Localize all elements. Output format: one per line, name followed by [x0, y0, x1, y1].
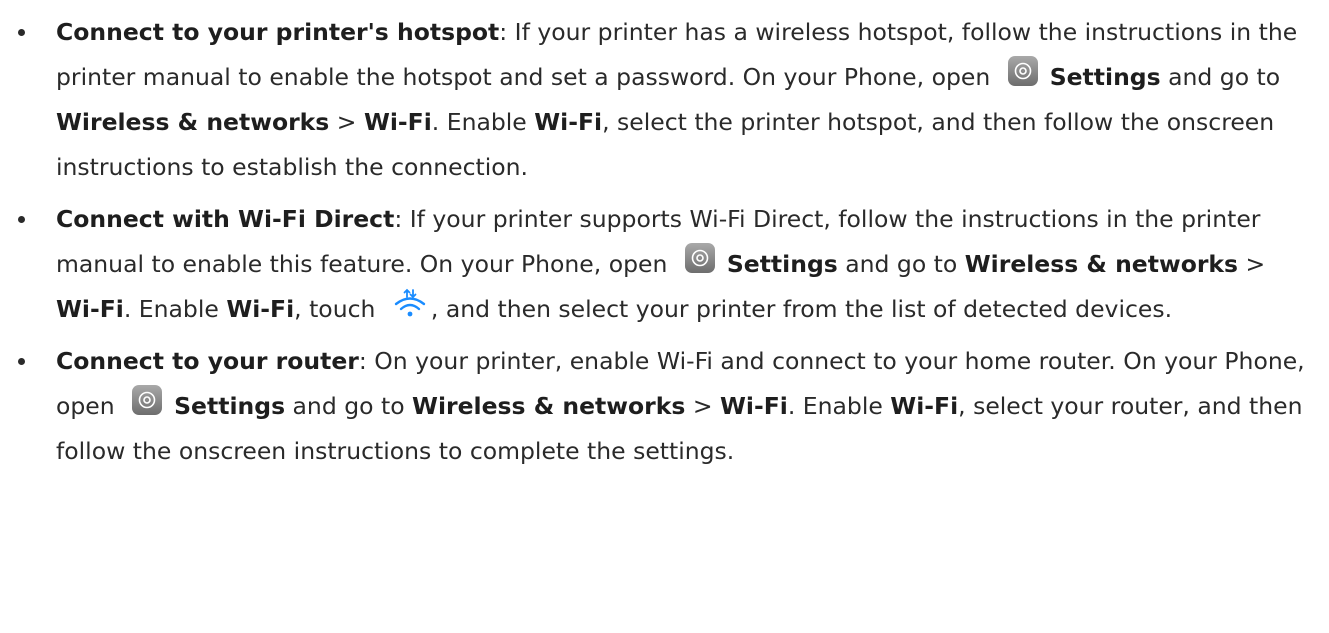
- wifi-label: Wi-Fi: [363, 108, 432, 136]
- item-text: , touch: [294, 295, 383, 323]
- wireless-networks-label: Wireless & networks: [412, 392, 686, 420]
- wireless-networks-label: Wireless & networks: [964, 250, 1239, 278]
- wifi-direct-icon: [394, 288, 426, 317]
- wifi-label: Wi-Fi: [56, 295, 124, 323]
- wireless-networks-label: Wireless & networks: [56, 108, 330, 136]
- settings-label: Settings: [1049, 63, 1161, 91]
- wifi-label: Wi-Fi: [534, 108, 603, 136]
- wifi-label: Wi-Fi: [890, 392, 959, 420]
- path-separator: >: [329, 108, 364, 136]
- item-title: Connect to your printer's hotspot: [56, 18, 500, 46]
- document-page: Connect to your printer's hotspot: If yo…: [0, 0, 1329, 633]
- item-text: . Enable: [787, 392, 891, 420]
- item-text: . Enable: [431, 108, 535, 136]
- item-title: Connect to your router: [56, 347, 359, 375]
- instruction-list: Connect to your printer's hotspot: If yo…: [0, 10, 1329, 474]
- settings-gear-icon: [132, 385, 163, 415]
- item-text: , and then select your printer from the …: [430, 295, 1173, 323]
- item-title: Connect with Wi-Fi Direct: [56, 205, 395, 233]
- path-separator: >: [1238, 250, 1266, 278]
- item-text: . Enable: [123, 295, 227, 323]
- settings-label: Settings: [726, 250, 838, 278]
- item-text: and go to: [285, 392, 413, 420]
- settings-label: Settings: [174, 392, 286, 420]
- settings-gear-icon: [684, 243, 715, 273]
- bullet-dot: [18, 358, 25, 365]
- list-item-printer-hotspot: Connect to your printer's hotspot: If yo…: [0, 10, 1315, 190]
- settings-gear-icon: [1007, 56, 1038, 86]
- wifi-label: Wi-Fi: [719, 392, 788, 420]
- item-text: and go to: [1160, 63, 1281, 91]
- list-item-wifi-direct: Connect with Wi-Fi Direct: If your print…: [0, 197, 1315, 332]
- item-text: and go to: [837, 250, 965, 278]
- wifi-label: Wi-Fi: [226, 295, 295, 323]
- list-item-router: Connect to your router: On your printer,…: [0, 339, 1315, 474]
- bullet-dot: [18, 29, 25, 36]
- bullet-dot: [18, 216, 25, 223]
- path-separator: >: [685, 392, 720, 420]
